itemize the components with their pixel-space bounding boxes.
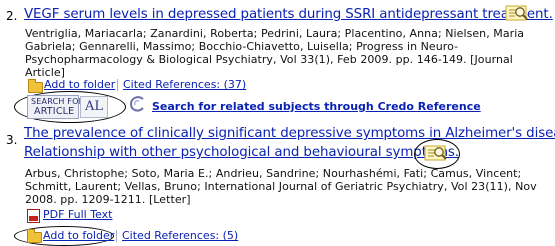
record-number: 3.: [6, 133, 18, 147]
pdf-full-text-link[interactable]: PDF Full Text: [43, 208, 112, 221]
record-source-line: Schmitt, Laurent; Vellas, Bruno; Interna…: [25, 180, 537, 193]
preview-icon-button[interactable]: [424, 143, 448, 163]
magnifier-preview-icon: [505, 5, 528, 21]
magnifier-preview-icon: [424, 145, 447, 161]
folder-icon: [28, 79, 43, 93]
divider: [116, 230, 117, 242]
record-source-line: 2008. pp. 1209-1211. [Letter]: [25, 193, 191, 206]
search-badge-line2: ARTICLE: [34, 106, 75, 117]
add-to-folder-link[interactable]: Add to folder: [43, 229, 114, 242]
search-badge-box: SEARCH FOR ARTICLE: [27, 95, 84, 119]
record-number: 2.: [6, 9, 18, 23]
record-authors-line: Gabriela; Gennarelli, Massimo; Bocchio-C…: [25, 40, 459, 53]
credo-reference-icon: [128, 95, 148, 113]
preview-icon-button[interactable]: [505, 3, 529, 23]
record-title-link[interactable]: Relationship with other psychological an…: [24, 145, 459, 160]
record-source-line: Psychopharmacology & Biological Psychiat…: [25, 53, 513, 66]
folder-icon: [27, 229, 42, 243]
divider: [117, 79, 118, 91]
article-linker-logo: AL: [80, 96, 108, 118]
credo-reference-link[interactable]: Search for related subjects through Cred…: [152, 100, 481, 113]
record-authors-line: Ventriglia, Mariacarla; Zanardini, Rober…: [25, 27, 525, 40]
search-badge-line1: SEARCH FOR: [31, 97, 85, 106]
pdf-icon: [27, 209, 40, 223]
record-title-link[interactable]: VEGF serum levels in depressed patients …: [24, 7, 553, 22]
search-for-article-button[interactable]: SEARCH FOR ARTICLE AL: [27, 95, 109, 119]
add-to-folder-link[interactable]: Add to folder: [44, 78, 115, 91]
record-title-link[interactable]: The prevalence of clinically significant…: [24, 126, 555, 141]
record-authors-line: Arbus, Christophe; Soto, Maria E.; Andri…: [25, 167, 522, 180]
cited-references-link[interactable]: Cited References: (5): [122, 229, 238, 242]
cited-references-link[interactable]: Cited References: (37): [123, 78, 246, 91]
